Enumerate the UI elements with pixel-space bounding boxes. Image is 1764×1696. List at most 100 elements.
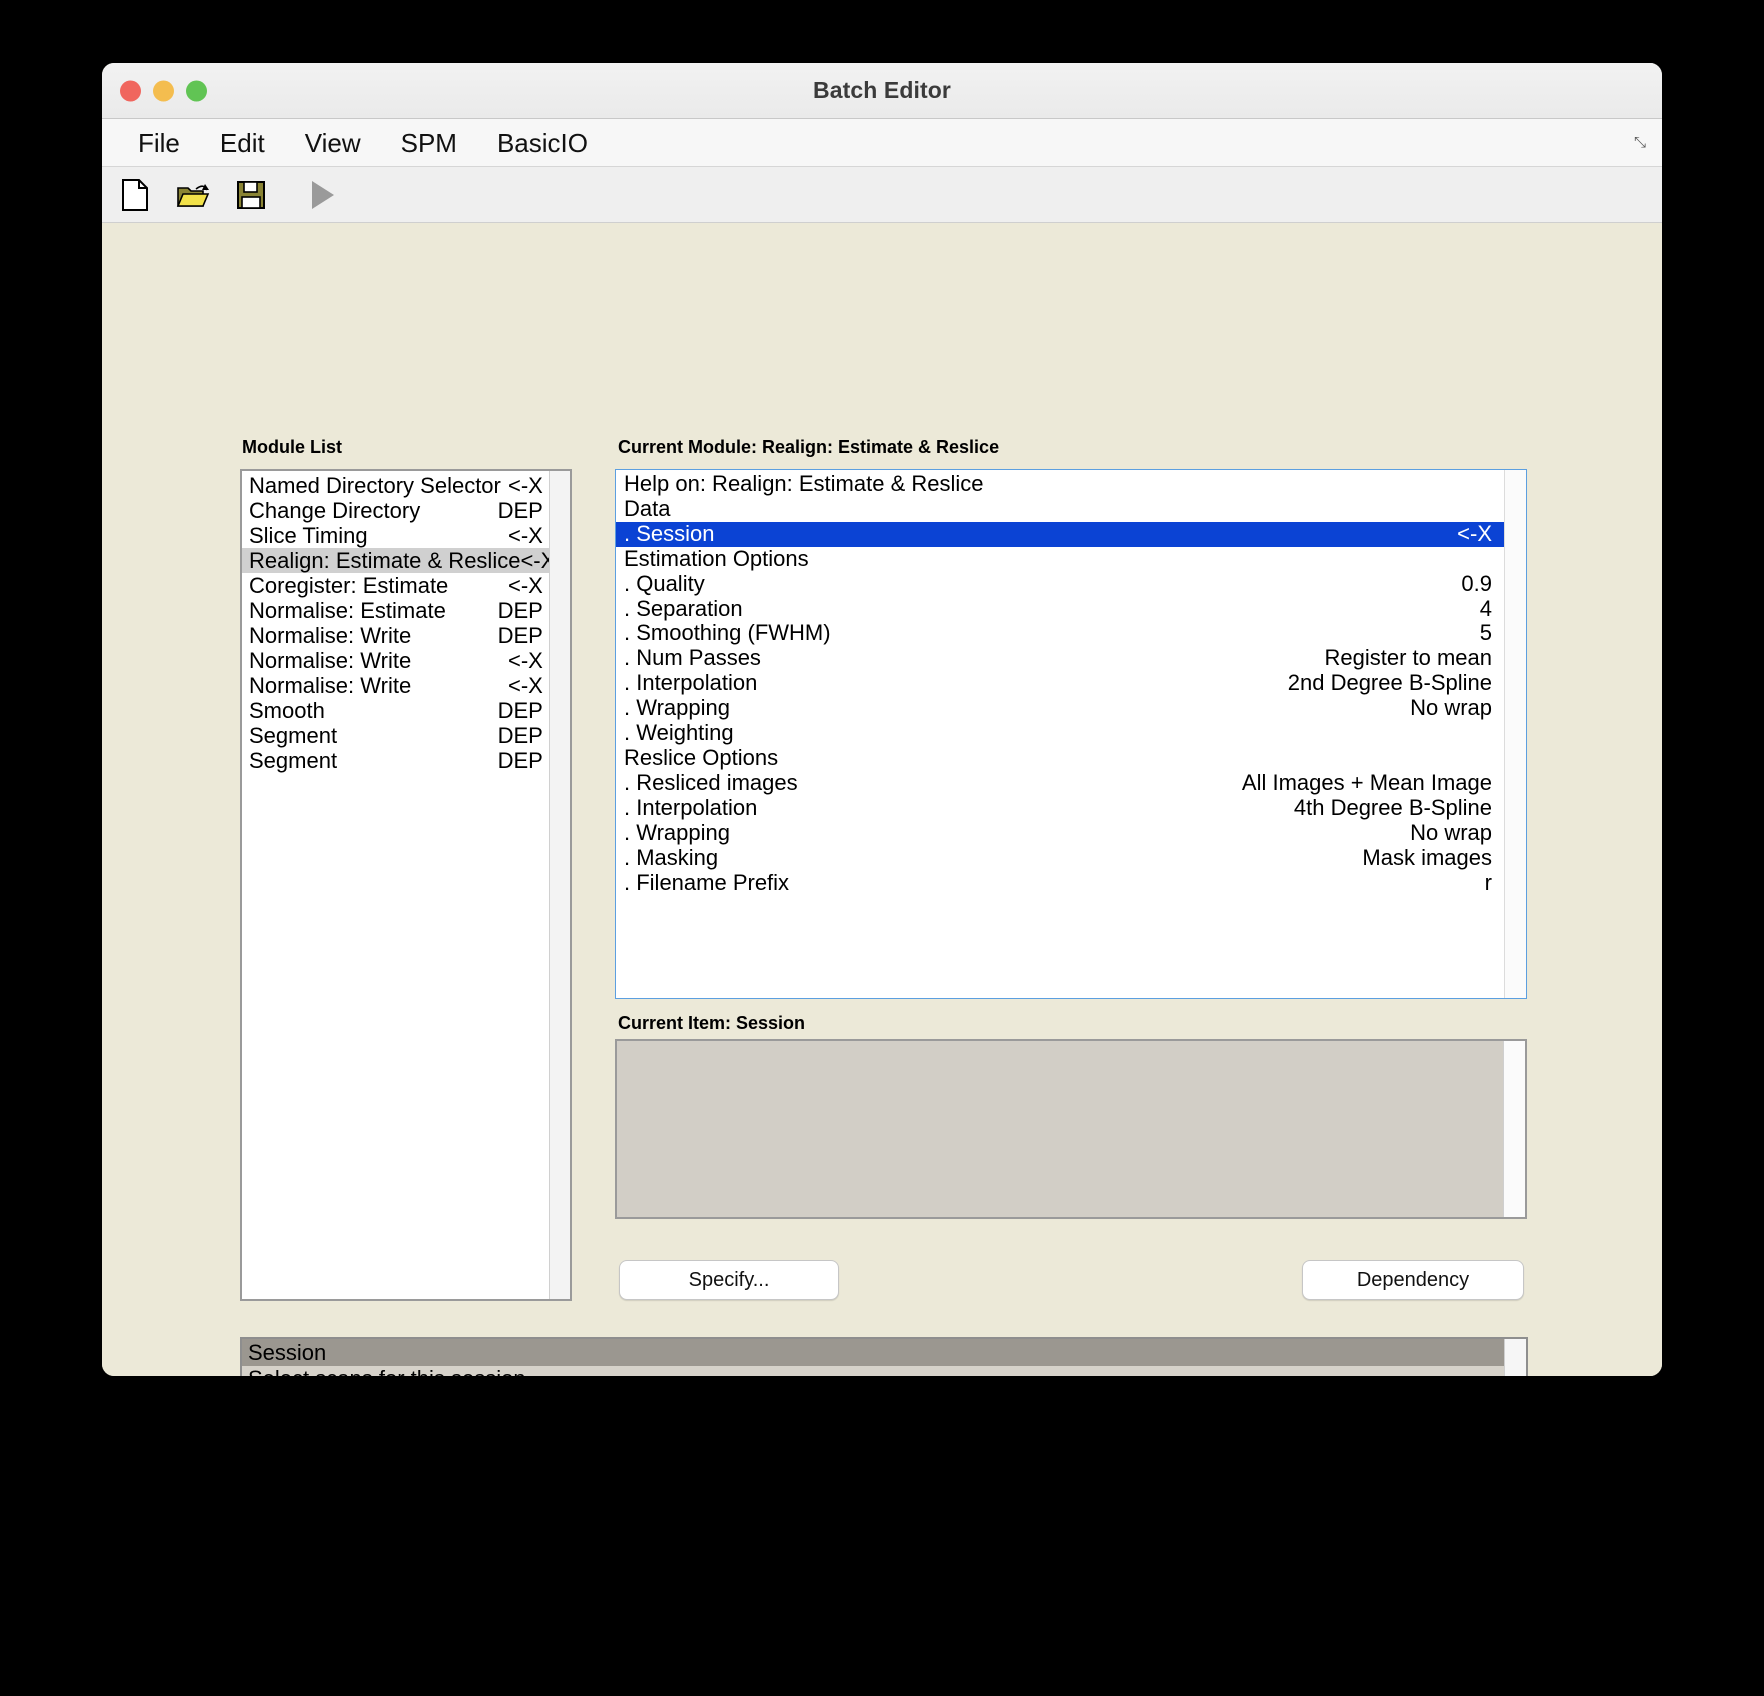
- module-list-label: Module List: [242, 437, 342, 457]
- config-value: No wrap: [1410, 695, 1492, 721]
- module-list-item[interactable]: Realign: Estimate & Reslice<-X: [242, 548, 549, 573]
- save-disk-icon[interactable]: [232, 176, 270, 214]
- module-status-tag: DEP: [497, 698, 543, 723]
- module-name: Realign: Estimate & Reslice: [249, 548, 521, 573]
- config-key: Reslice Options: [624, 744, 779, 770]
- help-scrollbar[interactable]: [1504, 1339, 1526, 1376]
- module-status-tag: <-X: [507, 573, 543, 598]
- module-name: Segment: [249, 748, 338, 773]
- specify-button[interactable]: Specify...: [619, 1260, 839, 1300]
- config-key: Data: [624, 495, 671, 521]
- menu-bar: File Edit View SPM BasicIO ⤡: [102, 119, 1662, 167]
- module-config-row[interactable]: . Session <-X: [616, 520, 1504, 547]
- module-status-tag: <-X: [520, 548, 548, 573]
- module-name: Coregister: Estimate: [249, 573, 449, 598]
- module-status-tag: <-X: [507, 648, 543, 673]
- module-list-item[interactable]: Normalise: Write <-X: [242, 648, 549, 673]
- module-list-panel[interactable]: Named Directory Selector <-X Change Direct…: [240, 469, 572, 1301]
- config-value: No wrap: [1410, 819, 1492, 845]
- config-value: 5: [1479, 620, 1492, 646]
- module-list-item[interactable]: Smooth DEP: [242, 698, 549, 723]
- module-config-row[interactable]: Help on: Realign: Estimate & Reslice: [616, 471, 1504, 497]
- dependency-button[interactable]: Dependency: [1302, 1260, 1524, 1300]
- open-folder-icon[interactable]: [174, 176, 212, 214]
- config-key: . Session: [624, 520, 715, 546]
- module-config-row[interactable]: Data: [616, 495, 1504, 522]
- help-panel[interactable]: Session Select scans for this session.In…: [240, 1337, 1528, 1376]
- module-status-tag: <-X: [507, 523, 543, 548]
- resize-grip-icon[interactable]: ⤡: [1634, 134, 1650, 151]
- module-list-item[interactable]: Change Directory DEP: [242, 498, 549, 523]
- module-status-tag: DEP: [497, 623, 543, 648]
- module-config-row[interactable]: . Filename Prefix r: [616, 869, 1504, 896]
- config-value: 4: [1479, 595, 1492, 621]
- current-item-value: [617, 1041, 1503, 1217]
- module-name: Smooth: [249, 698, 325, 723]
- minimize-window-button[interactable]: [153, 80, 174, 101]
- module-config-row[interactable]: . Resliced images All Images + Mean Image: [616, 769, 1504, 796]
- window-title: Batch Editor: [813, 77, 951, 103]
- module-list-item[interactable]: Normalise: Write <-X: [242, 673, 549, 698]
- module-list-item[interactable]: Normalise: Write DEP: [242, 623, 549, 648]
- maximize-window-button[interactable]: [186, 80, 207, 101]
- run-play-icon[interactable]: [304, 176, 342, 214]
- module-config-row[interactable]: . Wrapping No wrap: [616, 819, 1504, 846]
- module-config-row[interactable]: . Interpolation 4th Degree B-Spline: [616, 794, 1504, 821]
- module-config-row[interactable]: . Wrapping No wrap: [616, 695, 1504, 721]
- module-list-item[interactable]: Coregister: Estimate <-X: [242, 573, 549, 598]
- editor-body: Module List Named Directory Selector <-X C…: [102, 223, 1662, 1376]
- config-key: . Interpolation: [624, 794, 758, 820]
- config-key: . Quality: [624, 570, 705, 596]
- module-config-row[interactable]: . Interpolation 2nd Degree B-Spline: [616, 670, 1504, 696]
- module-name: Segment: [249, 723, 338, 748]
- menu-item-edit[interactable]: Edit: [200, 128, 285, 158]
- module-config-row[interactable]: . Quality 0.9: [616, 570, 1504, 597]
- module-list-item[interactable]: Segment DEP: [242, 748, 549, 773]
- module-config-row[interactable]: . Separation 4: [616, 595, 1504, 622]
- config-value: Register to mean: [1324, 645, 1492, 671]
- menu-item-basicio[interactable]: BasicIO: [477, 128, 608, 158]
- config-value: r: [1484, 869, 1492, 895]
- module-config-row[interactable]: Reslice Options: [616, 744, 1504, 771]
- config-key: Help on: Realign: Estimate & Reslice: [624, 471, 984, 496]
- module-status-tag: <-X: [507, 673, 543, 698]
- module-name: Normalise: Write: [249, 648, 412, 673]
- module-name: Change Directory: [249, 498, 421, 523]
- module-list-item[interactable]: Segment DEP: [242, 723, 549, 748]
- current-item-label: Current Item: Session: [618, 1013, 806, 1033]
- config-key: . Num Passes: [624, 645, 761, 671]
- module-config-row[interactable]: . Masking Mask images: [616, 844, 1504, 871]
- help-content: Session Select scans for this session.In…: [242, 1339, 1505, 1376]
- config-value: Mask images: [1362, 844, 1492, 870]
- config-key: . Wrapping: [624, 695, 730, 721]
- module-config-row[interactable]: Estimation Options: [616, 546, 1504, 572]
- menu-item-file[interactable]: File: [118, 128, 200, 158]
- module-list-item[interactable]: Slice Timing <-X: [242, 523, 549, 548]
- title-bar: Batch Editor: [102, 63, 1662, 119]
- module-status-tag: DEP: [497, 598, 543, 623]
- module-name: Normalise: Estimate: [249, 598, 446, 623]
- module-config-row[interactable]: . Num Passes Register to mean: [616, 645, 1504, 671]
- menu-item-spm[interactable]: SPM: [381, 128, 477, 158]
- current-module-scrollbar[interactable]: [1504, 470, 1526, 998]
- module-list-scrollbar[interactable]: [548, 471, 570, 1299]
- close-window-button[interactable]: [120, 80, 141, 101]
- current-module-panel[interactable]: Help on: Realign: Estimate & Reslice Data…: [615, 469, 1527, 999]
- help-text-line: Select scans for this session.: [242, 1366, 1504, 1376]
- module-list-item[interactable]: Named Directory Selector <-X: [242, 473, 549, 498]
- new-file-icon[interactable]: [116, 176, 154, 214]
- module-config-row[interactable]: . Weighting: [616, 720, 1504, 746]
- config-value: 0.9: [1461, 570, 1492, 596]
- config-value: All Images + Mean Image: [1241, 769, 1492, 795]
- menu-item-view[interactable]: View: [285, 128, 381, 158]
- current-module-rows: Help on: Realign: Estimate & Reslice Data…: [616, 470, 1504, 998]
- module-status-tag: <-X: [507, 473, 543, 498]
- module-config-row[interactable]: . Smoothing (FWHM) 5: [616, 621, 1504, 646]
- current-item-scrollbar[interactable]: [1503, 1041, 1525, 1217]
- module-status-tag: DEP: [497, 723, 543, 748]
- window-controls: [120, 80, 207, 101]
- config-value: <-X: [1457, 520, 1492, 546]
- current-item-panel[interactable]: [615, 1039, 1527, 1219]
- module-list-item[interactable]: Normalise: Estimate DEP: [242, 598, 549, 623]
- current-module-label: Current Module: Realign: Estimate & Resl…: [618, 437, 1000, 457]
